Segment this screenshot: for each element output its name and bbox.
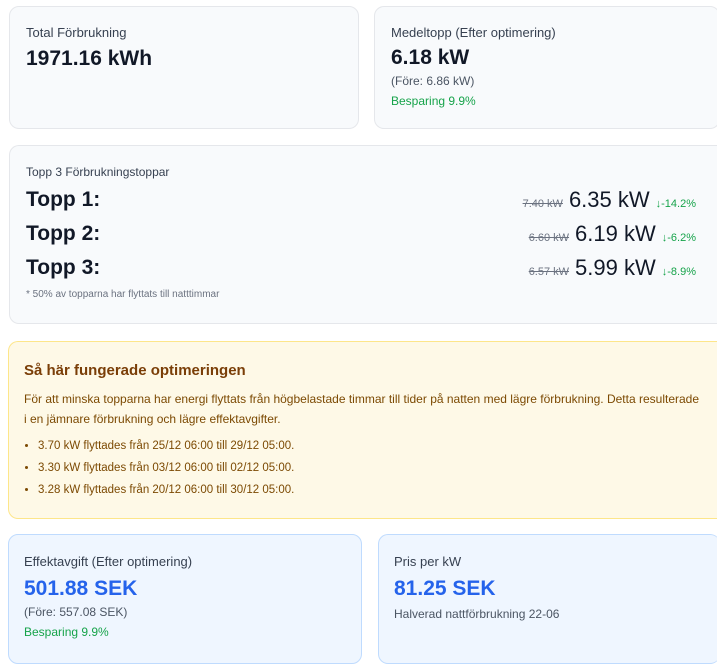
power-fee-value: 501.88 SEK bbox=[24, 577, 138, 600]
power-fee-card: Effektavgift (Efter optimering) 501.88 S… bbox=[8, 534, 362, 664]
top-peaks-card: Topp 3 Förbrukningstoppar Topp 1: 7.40 k… bbox=[9, 145, 717, 324]
average-peak-value: 6.18 kW bbox=[391, 46, 470, 69]
total-consumption-value: 1971.16 kWh bbox=[26, 47, 153, 70]
top-peak-change: ↓-6.2% bbox=[661, 232, 696, 244]
power-fee-label: Effektavgift (Efter optimering) bbox=[24, 554, 193, 569]
optimization-shift-list: 3.70 kW flyttades från 25/12 06:00 till … bbox=[24, 435, 705, 501]
optimization-info-title: Så här fungerade optimeringen bbox=[24, 362, 246, 379]
top-peak-row: Topp 1: 7.40 kW 6.35 kW ↓-14.2% bbox=[26, 183, 704, 217]
top-peak-row: Topp 2: 6.60 kW 6.19 kW ↓-6.2% bbox=[26, 217, 704, 251]
list-item: 3.30 kW flyttades från 03/12 06:00 till … bbox=[38, 457, 705, 479]
average-peak-card: Medeltopp (Efter optimering) 6.18 kW (Fö… bbox=[374, 6, 717, 129]
price-per-kw-value: 81.25 SEK bbox=[394, 577, 496, 600]
price-per-kw-note: Halverad nattförbrukning 22-06 bbox=[394, 607, 560, 621]
average-peak-saving: Besparing 9.9% bbox=[391, 94, 476, 108]
list-item: 3.28 kW flyttades från 20/12 06:00 till … bbox=[38, 479, 705, 501]
top-peak-old-value: 7.40 kW bbox=[522, 198, 563, 210]
top-peak-row: Topp 3: 6.57 kW 5.99 kW ↓-8.9% bbox=[26, 251, 704, 285]
optimization-info-text: För att minska topparna har energi flytt… bbox=[24, 392, 700, 426]
total-consumption-label: Total Förbrukning bbox=[26, 25, 127, 40]
top-peak-rank: Topp 3: bbox=[26, 256, 101, 279]
power-fee-before: (Före: 557.08 SEK) bbox=[24, 605, 128, 619]
top-peak-new-value: 6.19 kW bbox=[575, 221, 656, 246]
top-peak-old-value: 6.60 kW bbox=[528, 232, 570, 244]
power-fee-saving: Besparing 9.9% bbox=[24, 625, 109, 639]
top-peaks-label: Topp 3 Förbrukningstoppar bbox=[26, 165, 170, 179]
top-peak-change: ↓-14.2% bbox=[655, 198, 696, 210]
top-peak-rank: Topp 1: bbox=[26, 188, 101, 211]
top-peak-new-value: 5.99 kW bbox=[575, 255, 656, 280]
top-peak-new-value: 6.35 kW bbox=[568, 187, 650, 212]
total-consumption-card: Total Förbrukning 1971.16 kWh bbox=[9, 6, 359, 129]
top-peaks-footnote: * 50% av topparna har flyttats till natt… bbox=[26, 289, 220, 300]
top-peak-rank: Topp 2: bbox=[26, 222, 101, 245]
list-item: 3.70 kW flyttades från 25/12 06:00 till … bbox=[38, 435, 705, 457]
average-peak-label: Medeltopp (Efter optimering) bbox=[391, 25, 556, 40]
top-peak-old-value: 6.57 kW bbox=[528, 266, 570, 278]
optimization-info-box: Så här fungerade optimeringen För att mi… bbox=[8, 341, 717, 519]
price-per-kw-label: Pris per kW bbox=[394, 554, 462, 569]
average-peak-before: (Före: 6.86 kW) bbox=[391, 74, 475, 88]
top-peak-change: ↓-8.9% bbox=[661, 266, 696, 278]
price-per-kw-card: Pris per kW 81.25 SEK Halverad nattförbr… bbox=[378, 534, 717, 664]
